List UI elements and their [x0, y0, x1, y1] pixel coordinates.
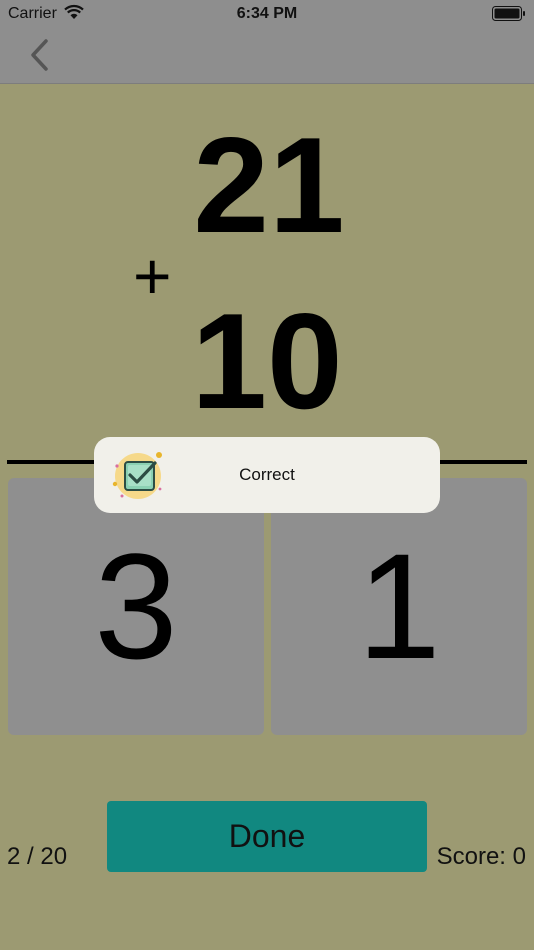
answer-option-left[interactable]: 3 — [8, 478, 264, 735]
done-button[interactable]: Done — [107, 801, 427, 872]
status-time: 6:34 PM — [236, 5, 298, 22]
toast-message: Correct — [239, 465, 295, 484]
score-label: Score: 0 — [436, 843, 526, 870]
answer-option-right[interactable]: 1 — [271, 478, 527, 735]
question-progress: 2 / 20 — [7, 843, 68, 870]
bottom-operand: 10 — [191, 285, 343, 437]
back-chevron-icon[interactable] — [24, 38, 56, 72]
correct-toast: Correct — [94, 437, 440, 513]
top-operand: 21 — [193, 109, 345, 261]
battery-icon — [492, 6, 525, 21]
status-bar: Carrier 6:34 PM — [0, 0, 534, 28]
navigation-bar — [0, 28, 534, 84]
